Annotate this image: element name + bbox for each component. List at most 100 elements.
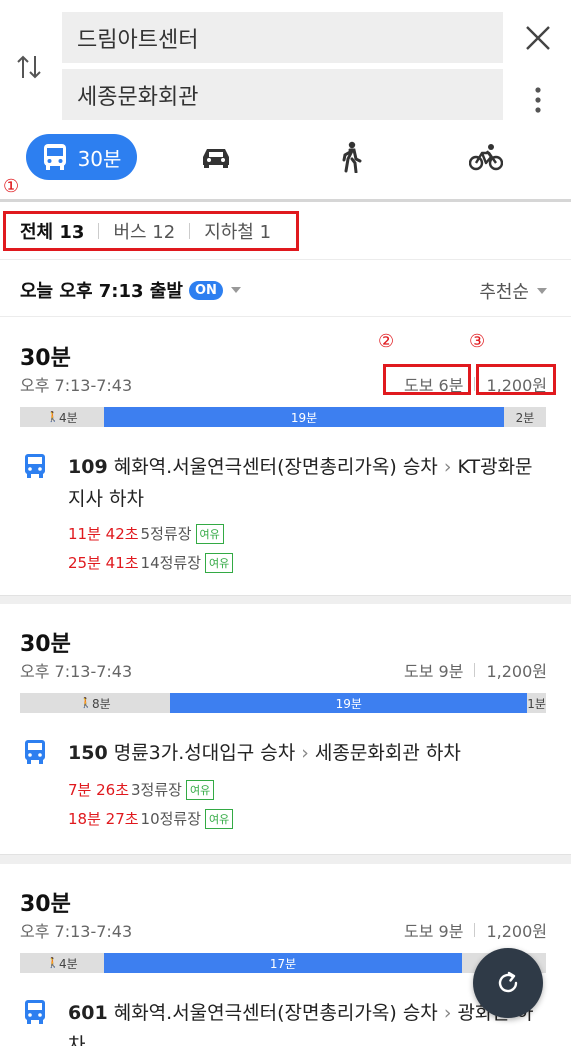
timeline-segment-label: 4분: [58, 410, 78, 425]
chevron-right-icon: ›: [443, 456, 452, 478]
annotation-2: ②: [378, 331, 395, 352]
fare: 1,200원: [486, 662, 547, 681]
arrival-stops: 5정류장: [140, 525, 192, 543]
origin-text: 드림아트센터: [77, 27, 199, 53]
bus-arrival-2: 25분 41초 14정류장 여유: [68, 552, 234, 573]
route-time-range: 오후 7:13-7:43: [20, 922, 133, 941]
route-time-range: 오후 7:13-7:43: [20, 662, 133, 681]
board-stop: 명륜3가.성대입구 승차: [113, 742, 296, 764]
transit-duration: 30분: [77, 146, 122, 171]
arrival-time: 11분 42초: [68, 525, 139, 543]
filter-all[interactable]: 전체 13: [20, 218, 84, 244]
bus-icon: [25, 1000, 45, 1024]
arrival-time: 25분 41초: [68, 554, 139, 572]
congestion-badge: 여유: [205, 808, 234, 829]
timeline-segment-label: 19분: [335, 696, 362, 711]
bus-leg-description: 601 혜화역.서울연극센터(장면총리가옥) 승차 › 광화문 하차: [68, 997, 538, 1046]
departure-time-selector[interactable]: 오늘 오후 7:13 출발 ON: [20, 277, 241, 303]
filter-subway[interactable]: 지하철 1: [204, 218, 271, 244]
timeline-walk-segment: 🚶 4분: [20, 407, 105, 427]
bus-arrival-2: 18분 27초 10정류장 여유: [68, 808, 234, 829]
timeline-segment-label: 17분: [269, 956, 297, 971]
walk-time: 도보 9분: [404, 662, 464, 681]
route-duration: 30분: [20, 632, 71, 657]
card-separator: [0, 854, 571, 864]
walk-time: 도보 9분: [404, 922, 464, 941]
chevron-down-icon: [230, 287, 241, 293]
sort-order-selector[interactable]: 추천순: [479, 278, 547, 304]
congestion-badge: 여유: [195, 523, 224, 544]
transport-mode-tabs: 30분: [0, 130, 571, 186]
route-type-filter: 전체 13 버스 12 지하철 1: [0, 202, 571, 259]
board-stop: 혜화역.서울연극센터(장면총리가옥) 승차: [113, 1002, 438, 1024]
route-duration: 30분: [20, 892, 71, 917]
departure-time-text: 오늘 오후 7:13 출발: [20, 281, 183, 302]
timeline-segment-label: 8분: [92, 696, 111, 711]
timeline-walk-segment: 2분: [503, 407, 546, 427]
filter-divider: [189, 223, 191, 239]
congestion-badge: 여유: [185, 779, 215, 800]
bus-number: 109: [68, 456, 108, 478]
tab-bike[interactable]: [466, 134, 506, 180]
bicycle-icon: [469, 144, 503, 171]
filter-bus[interactable]: 버스 12: [113, 218, 175, 244]
route-meta: 도보 9분 1,200원: [404, 918, 547, 942]
close-button[interactable]: [520, 20, 556, 56]
origin-input[interactable]: 드림아트센터: [62, 12, 503, 63]
timeline-bus-segment: 19분: [170, 693, 528, 713]
route-timeline-bar: 🚶 4분 17분: [20, 953, 546, 973]
route-timeline-bar: 🚶 8분 19분 1분: [20, 693, 546, 713]
timeline-segment-label: 4분: [58, 956, 78, 971]
arrival-stops: 10정류장: [140, 810, 202, 828]
bus-leg-description: 109 혜화역.서울연극센터(장면총리가옥) 승차 › KT광화문지사 하차: [68, 451, 538, 515]
arrival-stops: 3정류장: [131, 781, 182, 799]
timeline-bus-segment: 17분: [104, 953, 462, 973]
timeline-segment-label: 2분: [515, 410, 535, 425]
chevron-down-icon: [537, 288, 547, 294]
congestion-badge: 여유: [205, 552, 234, 573]
close-icon: [526, 26, 550, 50]
bus-arrival-1: 7분 26초 3정류장 여유: [68, 779, 215, 800]
route-duration: 30분: [20, 346, 71, 371]
timeline-segment-label: 1분: [527, 696, 546, 711]
arrival-stops: 14정류장: [140, 554, 202, 572]
bus-icon: [43, 144, 66, 170]
more-options-button[interactable]: [522, 82, 554, 118]
bus-number: 150: [68, 742, 108, 764]
swap-arrows-icon: [17, 55, 41, 79]
more-vertical-icon: [535, 87, 541, 113]
annotation-1: ①: [3, 176, 20, 197]
walk-icon: 🚶: [79, 697, 93, 709]
meta-divider: [474, 923, 476, 937]
chevron-right-icon: ›: [443, 1002, 452, 1024]
timeline-walk-segment: 1분: [527, 693, 546, 713]
walk-icon: [342, 141, 362, 173]
fare: 1,200원: [486, 922, 547, 941]
timeline-walk-segment: 🚶 4분: [20, 953, 105, 973]
walk-icon: 🚶: [46, 411, 59, 423]
tab-transit[interactable]: 30분: [26, 134, 137, 180]
refresh-button[interactable]: [473, 948, 543, 1018]
annotation-3: ③: [469, 331, 486, 352]
bus-leg-description: 150 명륜3가.성대입구 승차 › 세종문화회관 하차: [68, 737, 558, 769]
car-icon: [203, 149, 229, 168]
walk-time-highlight-box: [383, 364, 471, 395]
route-time-range: 오후 7:13-7:43: [20, 376, 133, 395]
arrival-time: 18분 27초: [68, 810, 139, 828]
bus-icon: [25, 454, 45, 478]
route-card[interactable]: 30분 오후 7:13-7:43 도보 6분 1,200원 ② ③ 🚶 4분 19분…: [0, 318, 571, 595]
fare-highlight-box: [476, 364, 556, 395]
alight-stop: 세종문화회관 하차: [314, 742, 461, 764]
walk-icon: 🚶: [46, 957, 59, 969]
destination-input[interactable]: 세종문화회관: [62, 69, 503, 120]
bus-arrival-1: 11분 42초 5정류장 여유: [68, 523, 224, 544]
timeline-bus-segment: 19분: [104, 407, 504, 427]
route-timeline-bar: 🚶 4분 19분 2분: [20, 407, 546, 427]
tab-car[interactable]: [196, 134, 236, 180]
board-stop: 혜화역.서울연극센터(장면총리가옥) 승차: [113, 456, 438, 478]
tab-walk[interactable]: [333, 134, 369, 180]
route-card[interactable]: 30분 오후 7:13-7:43 도보 9분 1,200원 🚶 8분 19분 1분 1…: [0, 604, 571, 854]
departure-sort-bar: 오늘 오후 7:13 출발 ON 추천순: [0, 259, 571, 317]
chevron-right-icon: ›: [301, 742, 309, 764]
swap-button[interactable]: [12, 50, 46, 84]
